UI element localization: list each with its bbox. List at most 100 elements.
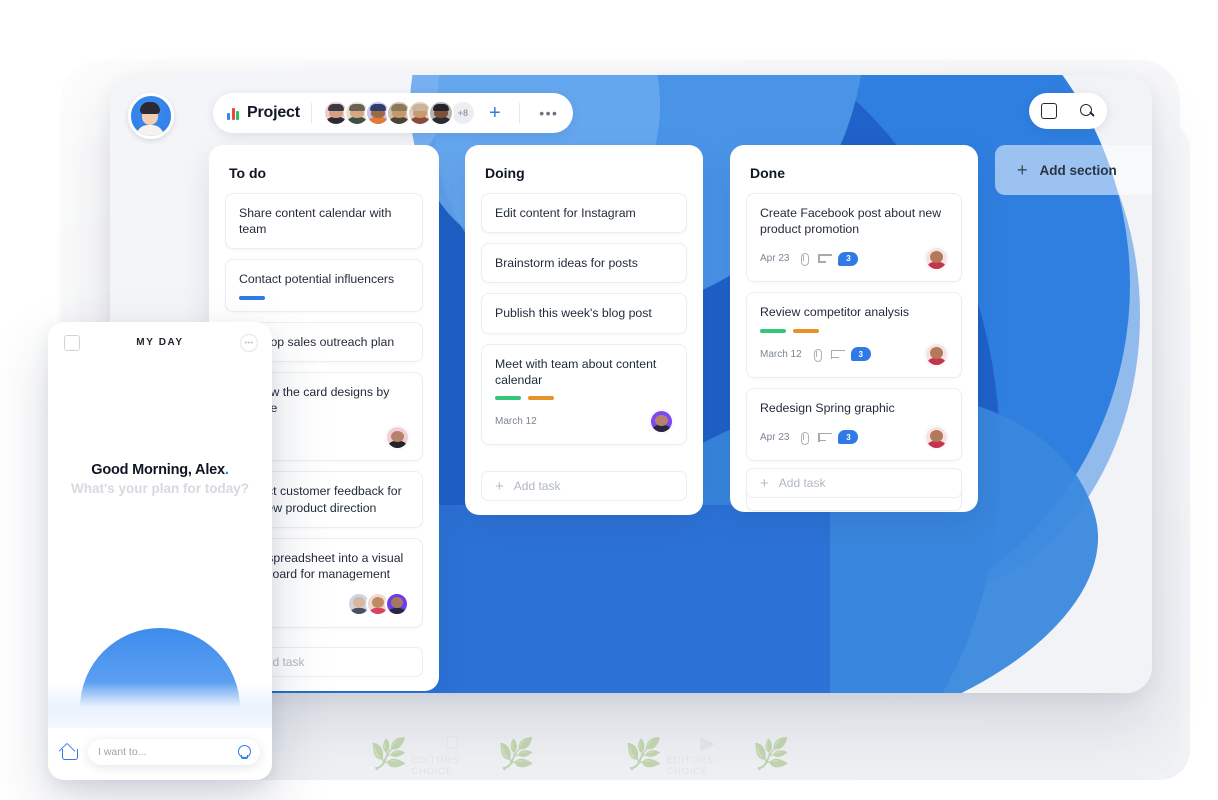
task-meta: Apr 23 3 <box>760 247 948 271</box>
attachment-icon <box>798 253 810 267</box>
column-title: Doing <box>485 165 525 181</box>
due-date: Apr 23 <box>760 431 790 443</box>
add-member-button[interactable]: + <box>482 100 508 126</box>
greeting-label: Good Morning, Alex <box>91 462 225 478</box>
badge-label: EDITORS' CHOICE <box>666 754 717 777</box>
assignee-avatar[interactable] <box>925 425 948 449</box>
task-title: Redesign Spring graphic <box>760 400 895 415</box>
task-meta: Apr 23 3 <box>760 425 948 449</box>
plus-icon: + <box>495 477 504 495</box>
due-date: Apr 23 <box>760 253 790 265</box>
add-task-button-done[interactable]: + Add task <box>746 468 962 498</box>
laurel-right-icon: 🌿 <box>752 738 790 771</box>
editors-choice-apple: 🌿  EDITORS' CHOICE 🌿 <box>370 734 535 777</box>
avatar[interactable] <box>385 592 409 617</box>
search-icon[interactable] <box>1080 103 1095 119</box>
lightbulb-icon[interactable] <box>237 745 251 759</box>
input-placeholder: I want to... <box>98 746 147 758</box>
plus-icon: + <box>760 474 769 492</box>
task-card[interactable]: Contact potential influencers <box>225 259 423 312</box>
phone-title: MY DAY <box>136 336 184 348</box>
attachment-icon <box>811 348 822 362</box>
phone-bottom-bar: I want to... <box>48 724 272 780</box>
greeting-text: Good Morning, Alex. <box>48 462 272 478</box>
assignee-avatar[interactable] <box>925 247 948 271</box>
laurel-left-icon: 🌿 <box>370 738 408 771</box>
subtask-icon <box>830 349 842 360</box>
task-card[interactable]: Review competitor analysis March 12 3 <box>746 292 962 378</box>
badge-content: ▶ EDITORS' CHOICE <box>666 734 748 777</box>
comment-count-badge: 3 <box>838 430 859 445</box>
task-card[interactable]: Meet with team about content calendar Ma… <box>481 343 687 446</box>
more-options-icon[interactable]: ••• <box>240 334 258 352</box>
divider <box>518 103 520 123</box>
add-task-button-doing[interactable]: + Add task <box>481 471 687 501</box>
subtask-icon <box>818 432 829 443</box>
board-column-done: Done Create Facebook post about new prod… <box>730 145 978 512</box>
greeting-dot: . <box>224 462 229 478</box>
more-options-button[interactable]: ••• <box>531 100 567 126</box>
task-card[interactable]: Share content calendar with team <box>225 193 423 250</box>
task-card[interactable]: Publish this week's blog post <box>481 293 687 334</box>
my-day-phone-panel: MY DAY ••• Good Morning, Alex. What's yo… <box>48 322 272 780</box>
phone-greeting-block: Good Morning, Alex. What's your plan for… <box>48 462 272 496</box>
add-section-button[interactable]: + Add section <box>995 145 1152 195</box>
laurel-right-icon: 🌿 <box>497 738 535 771</box>
due-date: March 12 <box>495 416 537 428</box>
laurel-left-icon: 🌿 <box>625 738 663 771</box>
task-card[interactable]: Edit content for Instagram <box>481 193 687 234</box>
board-column-doing: Doing Edit content for Instagram Brainst… <box>465 145 703 515</box>
assignee-avatar[interactable] <box>386 426 409 450</box>
task-tags <box>239 295 409 300</box>
task-card[interactable]: Redesign Spring graphic Apr 23 3 <box>746 387 962 461</box>
column-cards: Create Facebook post about new product p… <box>730 187 978 512</box>
app-topbar: Project +8 + ••• <box>110 75 1152 147</box>
task-title: Create Facebook post about new product p… <box>760 206 942 237</box>
badge-label: EDITORS' CHOICE <box>411 745 462 777</box>
assignee-avatar[interactable] <box>925 342 948 366</box>
topbar-tools <box>1029 93 1107 129</box>
task-title: Review competitor analysis <box>760 305 909 320</box>
bar-chart-icon <box>227 107 239 120</box>
task-title: Meet with team about content calendar <box>495 356 657 387</box>
task-title: Publish this week's blog post <box>495 306 652 321</box>
apple-icon:  <box>445 734 459 753</box>
task-title: Share content calendar with team <box>239 206 392 237</box>
column-title: Done <box>750 165 785 181</box>
project-title[interactable]: Project <box>247 104 300 122</box>
editors-choice-google: 🌿 ▶ EDITORS' CHOICE 🌿 <box>625 734 790 777</box>
add-task-label: Add task <box>778 476 826 490</box>
checkbox-icon[interactable] <box>64 335 80 351</box>
square-icon[interactable] <box>1040 103 1057 119</box>
task-card[interactable]: Brainstorm ideas for posts <box>481 243 687 284</box>
project-pill: Project +8 + ••• <box>213 93 573 133</box>
task-title: Contact potential influencers <box>239 272 395 287</box>
comment-count-badge: 3 <box>838 251 859 266</box>
google-play-icon: ▶ <box>700 732 715 754</box>
phone-header: MY DAY ••• <box>48 322 272 362</box>
task-title: Edit content for Instagram <box>495 206 636 220</box>
user-avatar[interactable] <box>128 93 174 139</box>
subgreeting-text: What's your plan for today? <box>71 481 249 496</box>
task-title: Brainstorm ideas for posts <box>495 256 638 271</box>
attachment-icon <box>798 431 810 445</box>
task-meta: March 12 <box>495 410 673 434</box>
editors-choice-badges: 🌿  EDITORS' CHOICE 🌿 🌿 ▶ EDITORS' CHOIC… <box>370 720 790 790</box>
add-task-label: Add task <box>513 479 561 493</box>
plus-icon: + <box>1017 160 1028 180</box>
avatar[interactable] <box>427 100 454 126</box>
screenshot-stage: Project +8 + ••• + Add section To do Sha… <box>0 0 1218 800</box>
phone-command-input[interactable]: I want to... <box>88 739 260 765</box>
task-tags <box>495 396 673 401</box>
column-cards: Edit content for Instagram Brainstorm id… <box>465 187 703 446</box>
task-card[interactable]: Create Facebook post about new product p… <box>746 193 962 283</box>
divider <box>310 103 312 123</box>
column-title: To do <box>229 165 267 181</box>
home-icon[interactable] <box>60 743 78 761</box>
assignee-avatar[interactable] <box>650 410 673 434</box>
add-section-label: Add section <box>1039 162 1117 178</box>
member-avatar-group[interactable]: +8 <box>322 100 476 126</box>
subtask-icon <box>818 253 829 264</box>
task-meta: March 12 3 <box>760 342 948 366</box>
sunrise-glow <box>48 682 272 728</box>
